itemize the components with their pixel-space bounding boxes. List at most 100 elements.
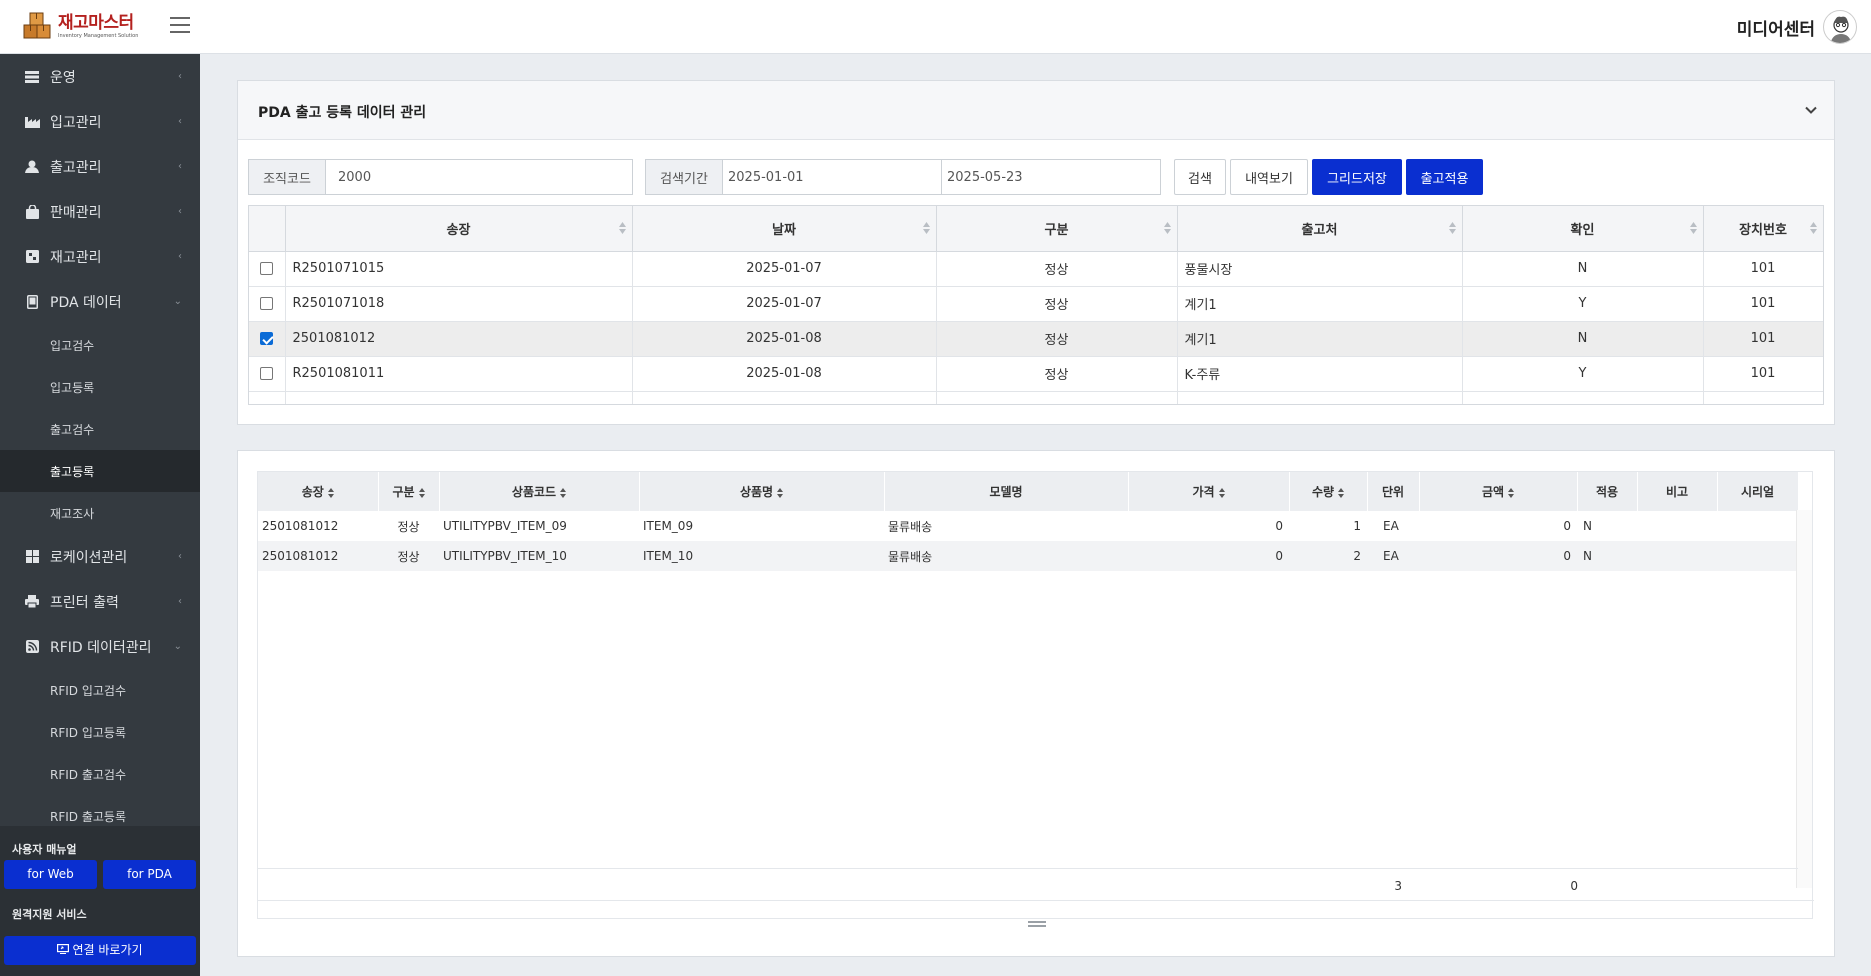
cell-select[interactable] bbox=[249, 286, 286, 322]
table-row[interactable]: 2501081012 2025-01-08 정상 계기1 N 101 bbox=[249, 321, 1823, 357]
manual-pda-button[interactable]: for PDA bbox=[103, 860, 196, 889]
sidebar-item-sales[interactable]: 판매관리 ‹ bbox=[0, 189, 200, 234]
column-header-date[interactable]: 날짜 bbox=[632, 206, 937, 252]
grid-icon bbox=[24, 550, 40, 564]
date-from-input[interactable]: 2025-01-01 bbox=[723, 160, 942, 194]
column-header-label: 확인 bbox=[1570, 222, 1595, 238]
manual-title: 사용자 매뉴얼 bbox=[12, 843, 77, 856]
org-code-group: 조직코드 2000 bbox=[248, 159, 633, 195]
cell-type: 정상 bbox=[936, 356, 1178, 392]
table-row[interactable]: R2501071018 2025-01-07 정상 계기1 Y 101 bbox=[249, 286, 1823, 322]
sidebar-sub-rfid-outbound-inspection[interactable]: RFID 출고검수 bbox=[0, 753, 200, 795]
sort-icon bbox=[327, 487, 334, 498]
table-row[interactable] bbox=[249, 391, 1823, 404]
outbound-list-grid: 송장 날짜 구분 출고처 확인 장치번호 R2501071015 2025-01-… bbox=[248, 205, 1824, 405]
sidebar-item-outbound[interactable]: 출고관리 ‹ bbox=[0, 144, 200, 189]
sidebar-sub-rfid-inbound-register[interactable]: RFID 입고등록 bbox=[0, 711, 200, 753]
sidebar-item-operation[interactable]: 운영 ‹ bbox=[0, 54, 200, 99]
column-header-label: 적용 bbox=[1595, 485, 1619, 499]
cell-date: 2025-01-08 bbox=[632, 356, 937, 392]
date-to-input[interactable]: 2025-05-23 bbox=[942, 160, 1160, 194]
column-header-serial[interactable]: 시리얼 bbox=[1717, 472, 1799, 511]
cell-destination: 풍물시장 bbox=[1177, 251, 1463, 287]
vertical-scrollbar[interactable] bbox=[1796, 510, 1812, 888]
table-row[interactable]: 2501081012 정상 UTILITYPBV_ITEM_10 ITEM_10 물류배… bbox=[258, 541, 1798, 571]
column-header-type[interactable]: 구분 bbox=[378, 472, 440, 511]
column-header-unit[interactable]: 단위 bbox=[1367, 472, 1420, 511]
grid-save-button[interactable]: 그리드저장 bbox=[1312, 159, 1402, 195]
column-header-applied[interactable]: 적용 bbox=[1577, 472, 1638, 511]
cell-invoice: R2501081011 bbox=[285, 356, 633, 392]
cell-type: 정상 bbox=[397, 519, 420, 534]
column-header-label: 시리얼 bbox=[1740, 485, 1775, 499]
sidebar-item-printer[interactable]: 프린터 출력 ‹ bbox=[0, 579, 200, 624]
sidebar-item-inbound[interactable]: 입고관리 ‹ bbox=[0, 99, 200, 144]
cell-amount: 0 bbox=[1563, 519, 1571, 533]
history-button[interactable]: 내역보기 bbox=[1230, 159, 1308, 195]
sidebar-sub-inbound-inspection[interactable]: 입고검수 bbox=[0, 324, 200, 366]
column-header-invoice[interactable]: 송장 bbox=[285, 206, 633, 252]
sort-icon bbox=[1218, 487, 1225, 498]
user-name[interactable]: 미디어센터 bbox=[1737, 15, 1815, 40]
sidebar-item-pda-data[interactable]: PDA 데이터 ⌄ bbox=[0, 279, 200, 324]
column-header-label: 송장 bbox=[301, 485, 324, 499]
sidebar-item-rfid-data[interactable]: RFID 데이터관리 ⌄ bbox=[0, 624, 200, 669]
sidebar-item-inventory[interactable]: 재고관리 ‹ bbox=[0, 234, 200, 279]
column-header-model[interactable]: 모델명 bbox=[884, 472, 1129, 511]
sidebar-sub-rfid-inbound-inspection[interactable]: RFID 입고검수 bbox=[0, 669, 200, 711]
org-code-label: 조직코드 bbox=[249, 160, 326, 194]
shopping-bag-icon bbox=[24, 204, 40, 219]
column-header-destination[interactable]: 출고처 bbox=[1177, 206, 1463, 252]
row-checkbox[interactable] bbox=[260, 367, 274, 380]
sort-icon bbox=[1448, 222, 1456, 234]
column-header-label: 금액 bbox=[1481, 485, 1505, 499]
column-header-quantity[interactable]: 수량 bbox=[1289, 472, 1368, 511]
sidebar-sub-outbound-inspection[interactable]: 출고검수 bbox=[0, 408, 200, 450]
column-header-confirm[interactable]: 확인 bbox=[1462, 206, 1704, 252]
table-row[interactable]: R2501071015 2025-01-07 정상 풍물시장 N 101 bbox=[249, 251, 1823, 287]
remote-connect-button[interactable]: 연결 바로가기 bbox=[4, 936, 196, 965]
column-header-invoice[interactable]: 송장 bbox=[258, 472, 379, 511]
table-row[interactable]: R2501081011 2025-01-08 정상 K-주류 Y 101 bbox=[249, 356, 1823, 392]
logo[interactable]: 재고마스터 Inventory Management Solution bbox=[22, 10, 138, 44]
avatar[interactable] bbox=[1823, 10, 1857, 44]
org-code-input[interactable]: 2000 bbox=[326, 160, 632, 194]
cell-select[interactable] bbox=[249, 356, 286, 392]
column-header-device[interactable]: 장치번호 bbox=[1703, 206, 1823, 252]
table-row[interactable]: 2501081012 정상 UTILITYPBV_ITEM_09 ITEM_09 물류배… bbox=[258, 511, 1798, 541]
top-bar: 재고마스터 Inventory Management Solution 미디어센… bbox=[0, 0, 1871, 54]
search-button[interactable]: 검색 bbox=[1174, 159, 1226, 195]
menu-toggle-icon[interactable] bbox=[170, 17, 190, 35]
cell-model: 물류배송 bbox=[884, 541, 1128, 571]
column-header-type[interactable]: 구분 bbox=[936, 206, 1178, 252]
cell-empty bbox=[1462, 391, 1704, 404]
row-checkbox[interactable] bbox=[260, 332, 274, 345]
cell-select[interactable] bbox=[249, 321, 286, 357]
truck-icon bbox=[24, 160, 40, 174]
printer-icon bbox=[24, 595, 40, 609]
sidebar-footer: 사용자 매뉴얼 for Web for PDA 원격지원 서비스 연결 바로가기 bbox=[0, 826, 200, 976]
sidebar-item-label: 운영 bbox=[50, 69, 76, 86]
row-checkbox[interactable] bbox=[260, 262, 274, 275]
sidebar-sub-stocktaking[interactable]: 재고조사 bbox=[0, 492, 200, 534]
row-checkbox[interactable] bbox=[260, 297, 274, 310]
column-header-product-name[interactable]: 상품명 bbox=[639, 472, 885, 511]
cell-note bbox=[1637, 511, 1717, 541]
column-header-note[interactable]: 비고 bbox=[1637, 472, 1718, 511]
resize-handle-icon[interactable] bbox=[1028, 921, 1046, 929]
horizontal-scrollbar[interactable] bbox=[258, 900, 1814, 918]
sidebar-sub-inbound-register[interactable]: 입고등록 bbox=[0, 366, 200, 408]
cell-invoice: 2501081012 bbox=[285, 321, 633, 357]
cell-destination: K-주류 bbox=[1177, 356, 1463, 392]
cell-select[interactable] bbox=[249, 251, 286, 287]
sidebar-sub-outbound-register[interactable]: 출고등록 bbox=[0, 450, 200, 492]
chevron-down-icon[interactable] bbox=[1804, 103, 1818, 117]
sidebar-item-location[interactable]: 로케이션관리 ‹ bbox=[0, 534, 200, 579]
column-header-product-code[interactable]: 상품코드 bbox=[439, 472, 640, 511]
column-header-price[interactable]: 가격 bbox=[1128, 472, 1290, 511]
logo-subtitle: Inventory Management Solution bbox=[58, 33, 139, 39]
manual-web-button[interactable]: for Web bbox=[4, 860, 97, 889]
cell-product-code: UTILITYPBV_ITEM_09 bbox=[443, 519, 567, 533]
apply-outbound-button[interactable]: 출고적용 bbox=[1406, 159, 1483, 195]
column-header-amount[interactable]: 금액 bbox=[1419, 472, 1578, 511]
